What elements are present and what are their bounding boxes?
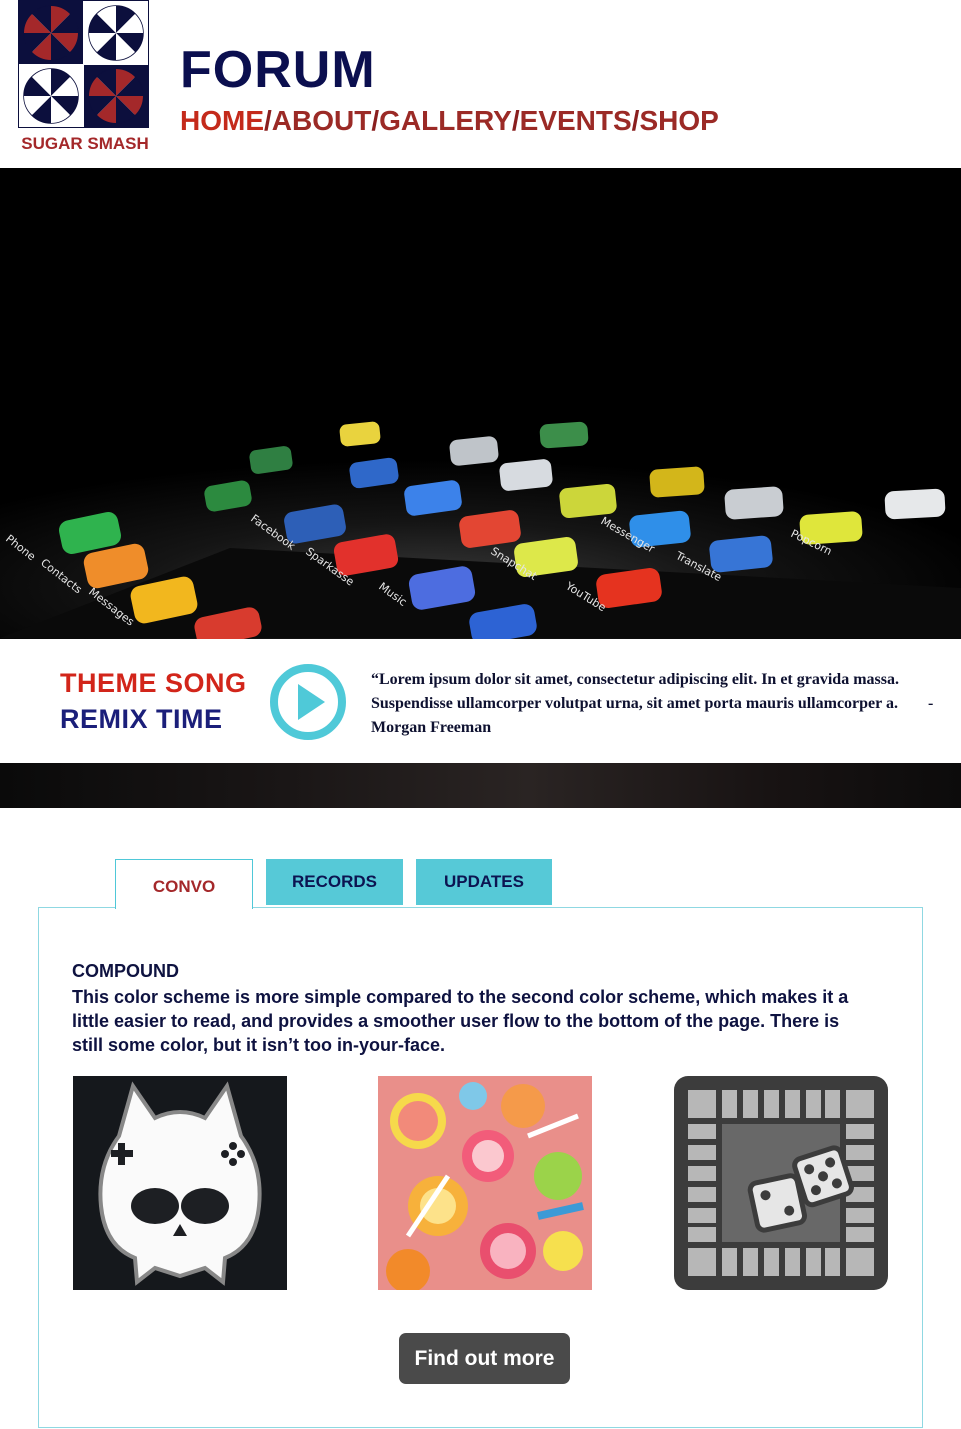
- nav-home[interactable]: HOME: [180, 105, 264, 136]
- page-title: FORUM: [180, 41, 376, 99]
- find-out-more-button[interactable]: Find out more: [399, 1333, 570, 1384]
- remix-time-label: REMIX TIME: [60, 704, 223, 734]
- logo-text: SUGAR SMASH: [21, 134, 149, 153]
- nav-separator: /: [511, 105, 520, 136]
- decorative-strip: [0, 763, 961, 808]
- pinwheel-candy-icon: [19, 1, 148, 127]
- theme-song-label: THEME SONG: [60, 668, 247, 698]
- panel-heading: COMPOUND: [72, 961, 179, 981]
- board-game-image[interactable]: [674, 1076, 888, 1290]
- nav-gallery[interactable]: GALLERY: [379, 105, 512, 136]
- tab-records[interactable]: RECORDS: [266, 859, 403, 905]
- tab-convo[interactable]: CONVO: [115, 859, 253, 909]
- play-circle-icon: [270, 664, 346, 740]
- site-logo[interactable]: [18, 0, 149, 128]
- quote-body: “Lorem ipsum dolor sit amet, consectetur…: [371, 671, 899, 712]
- panel-text: This color scheme is more simple compare…: [72, 987, 849, 1055]
- nav-about[interactable]: ABOUT: [272, 105, 372, 136]
- nav-separator: /: [264, 105, 272, 136]
- candy-image[interactable]: [378, 1076, 592, 1290]
- board-game-dice-icon: [674, 1076, 888, 1290]
- candy-photo: [378, 1076, 592, 1290]
- nav-shop[interactable]: SHOP: [639, 105, 718, 136]
- play-button[interactable]: [269, 663, 347, 741]
- quote-text: “Lorem ipsum dolor sit amet, consectetur…: [371, 668, 941, 740]
- nav-events[interactable]: EVENTS: [520, 105, 632, 136]
- main-nav: HOME/ABOUT/GALLERY/EVENTS/SHOP: [180, 105, 719, 137]
- smartphone-apps-photo: Phone Contacts Messages Facebook Sparkas…: [0, 168, 961, 639]
- hero-image: Phone Contacts Messages Facebook Sparkas…: [0, 168, 961, 639]
- nav-separator: /: [371, 105, 380, 136]
- gaming-skull-icon: [73, 1076, 287, 1290]
- gaming-skull-image[interactable]: [73, 1076, 287, 1290]
- tab-updates[interactable]: UPDATES: [416, 859, 552, 905]
